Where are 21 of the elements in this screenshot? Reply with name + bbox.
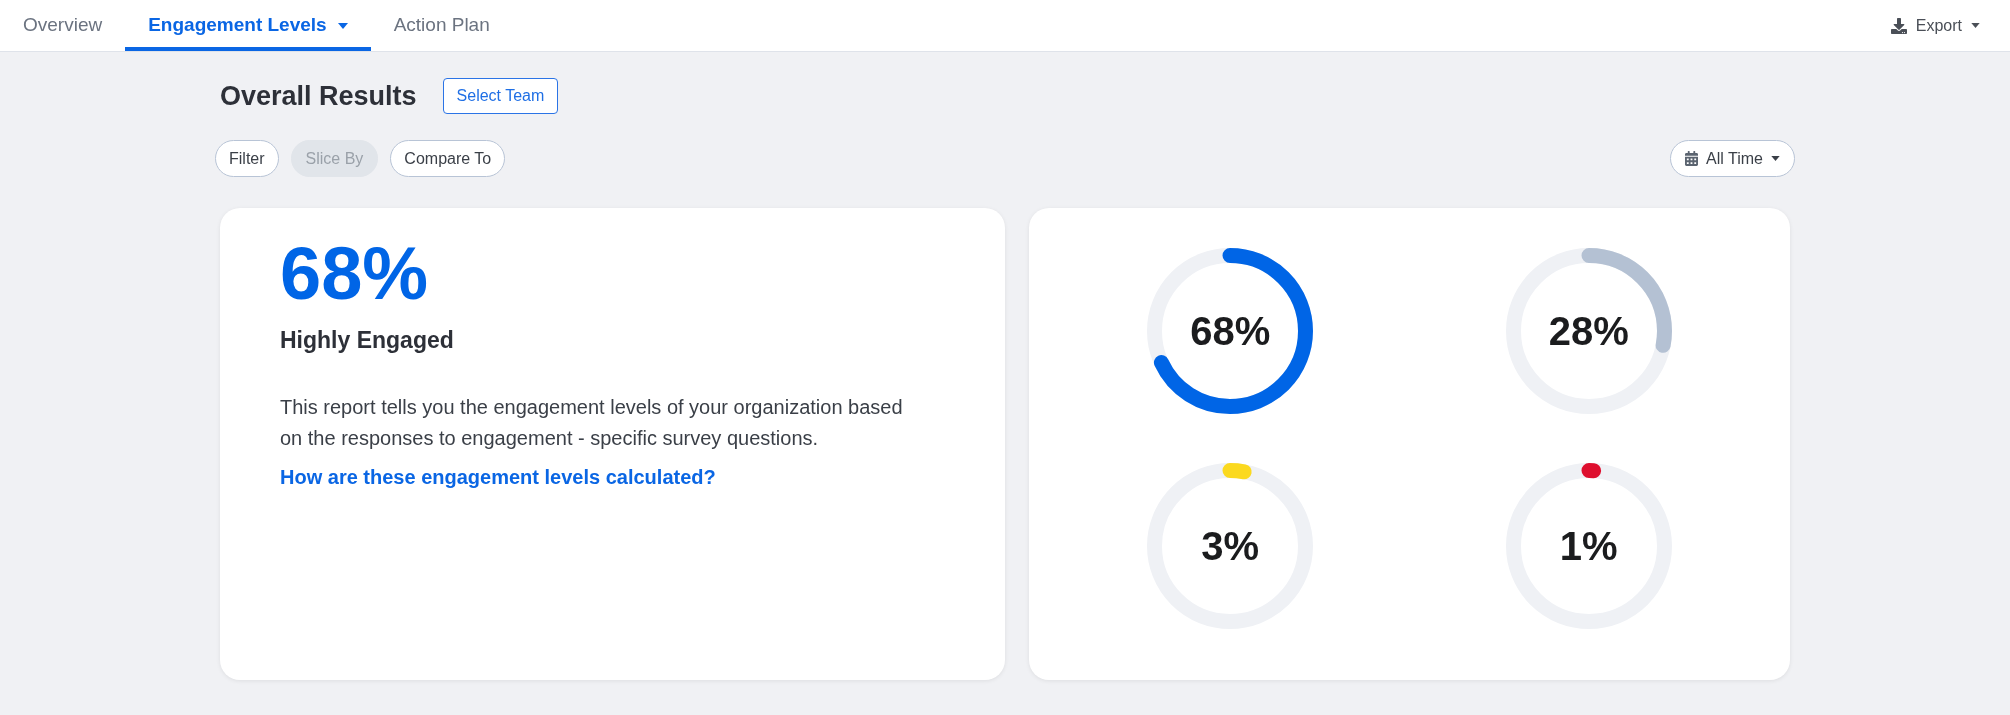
download-icon <box>1890 17 1907 34</box>
engagement-level-title: Highly Engaged <box>280 326 454 354</box>
caret-down-icon <box>1771 156 1780 161</box>
report-description: This report tells you the engagement levels of your organization based on the responses to engagement - specific survey questions. <box>280 395 904 451</box>
percentage-value: 3% <box>1201 526 1260 566</box>
date-range-button[interactable]: All Time <box>1670 140 1795 177</box>
calculation-help-link[interactable]: How are these engagement levels calculated? <box>280 462 716 493</box>
filter-pill[interactable]: Compare To <box>390 140 506 177</box>
export-button[interactable]: Export <box>1890 0 2010 51</box>
percentage-value: 68% <box>1190 311 1271 351</box>
calendar-icon <box>1685 151 1699 166</box>
percentage-value: 1% <box>1559 526 1618 566</box>
nav-tab[interactable]: Action Plan <box>370 0 513 51</box>
page-title: Overall Results <box>220 82 417 110</box>
nav-tab[interactable]: Overview <box>0 0 126 51</box>
engagement-percentage: 68% <box>280 237 429 311</box>
select-team-button[interactable]: Select Team <box>442 78 559 114</box>
caret-down-icon <box>1971 23 1980 28</box>
nav-tab[interactable]: Engagement Levels <box>125 0 371 51</box>
percentage-value: 28% <box>1548 311 1629 351</box>
filter-pill[interactable]: Filter <box>215 140 279 177</box>
